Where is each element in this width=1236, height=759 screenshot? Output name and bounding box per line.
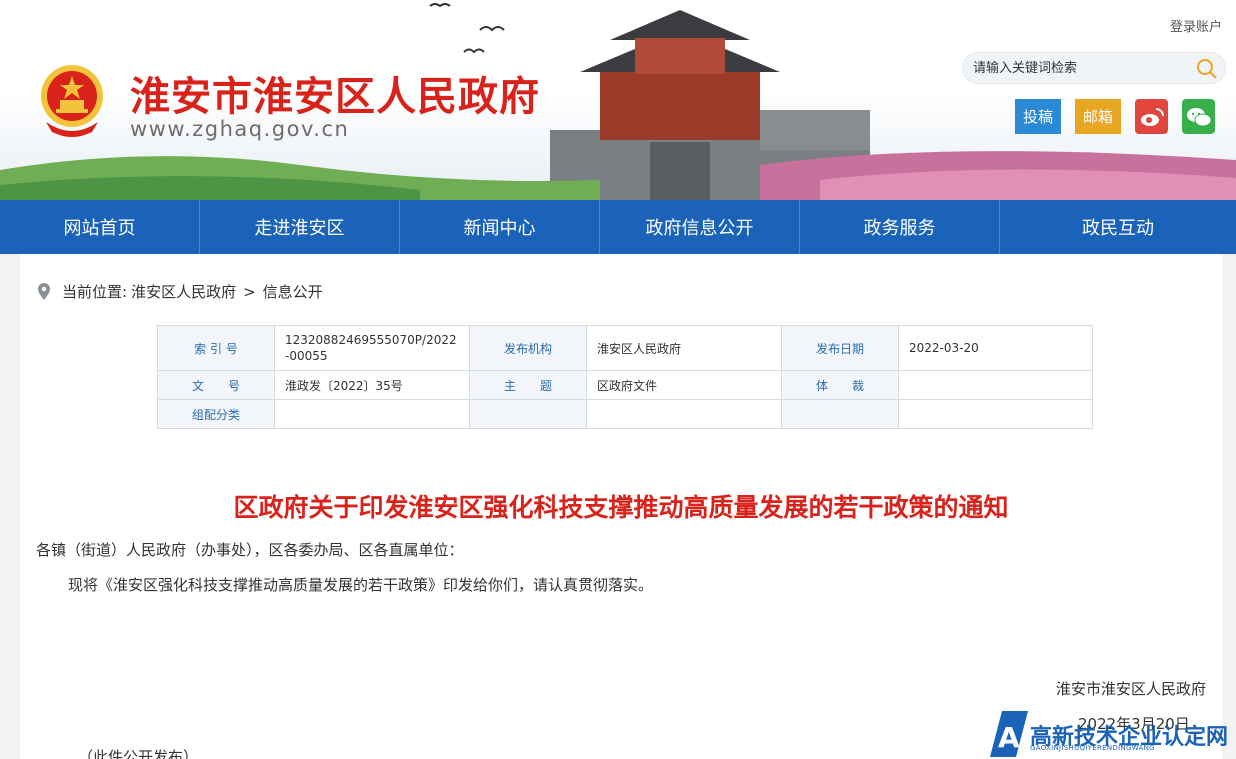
weibo-button[interactable] <box>1135 99 1168 134</box>
svg-text:A: A <box>998 721 1020 754</box>
search-icon[interactable] <box>1195 57 1219 81</box>
document-body: 现将《淮安区强化科技支撑推动高质量发展的若干政策》印发给你们，请认真贯彻落实。 <box>68 576 654 594</box>
breadcrumb-link-government[interactable]: 淮安区人民政府 <box>131 281 236 302</box>
empty-cell <box>469 399 587 429</box>
pubdate-label: 发布日期 <box>781 325 899 371</box>
site-header: 淮安市淮安区人民政府 www.zghaq.gov.cn 登录账户 投稿 邮箱 <box>0 0 1236 200</box>
document-salutation: 各镇（街道）人民政府（办事处），区各委办局、区各直属单位： <box>36 541 464 559</box>
site-url: www.zghaq.gov.cn <box>130 117 350 141</box>
breadcrumb-separator: > <box>243 282 256 301</box>
document-title: 区政府关于印发淮安区强化科技支撑推动高质量发展的若干政策的通知 <box>233 493 1009 522</box>
weibo-icon <box>1140 107 1164 126</box>
empty-cell <box>586 399 782 429</box>
breadcrumb-link-info[interactable]: 信息公开 <box>263 281 323 302</box>
location-pin-icon <box>38 283 50 300</box>
empty-cell <box>898 399 1093 429</box>
wechat-icon <box>1186 107 1211 126</box>
table-row: 组配分类 <box>157 399 1093 429</box>
nav-item-info-disclosure[interactable]: 政府信息公开 <box>600 200 800 254</box>
flower-hills-decoration <box>0 151 1236 200</box>
genre-label: 体 裁 <box>781 370 899 400</box>
national-emblem-icon <box>41 65 103 137</box>
empty-cell <box>781 399 899 429</box>
docno-value: 淮政发〔2022〕35号 <box>274 370 470 400</box>
index-value: 12320882469555070P/2022-00055 <box>274 325 470 371</box>
main-nav: 网站首页 走进淮安区 新闻中心 政府信息公开 政务服务 政民互动 <box>0 200 1236 254</box>
nav-item-interaction[interactable]: 政民互动 <box>1000 200 1236 254</box>
topic-label: 主 题 <box>469 370 587 400</box>
docno-label: 文 号 <box>157 370 275 400</box>
watermark-subtext: GAOXINJISHUQIYERENDINGWANG <box>1030 744 1155 752</box>
nav-item-home[interactable]: 网站首页 <box>0 200 200 254</box>
category-label: 组配分类 <box>157 399 275 429</box>
topic-value: 区政府文件 <box>586 370 782 400</box>
main-content: 当前位置: 淮安区人民政府 > 信息公开 索 引 号 1232088246955… <box>20 254 1222 759</box>
site-title: 淮安市淮安区人民政府 <box>130 73 540 120</box>
nav-item-services[interactable]: 政务服务 <box>800 200 1000 254</box>
index-label: 索 引 号 <box>157 325 275 371</box>
publisher-value: 淮安区人民政府 <box>586 325 782 371</box>
table-row: 文 号 淮政发〔2022〕35号 主 题 区政府文件 体 裁 <box>157 370 1093 400</box>
nav-item-news[interactable]: 新闻中心 <box>400 200 600 254</box>
pubdate-value: 2022-03-20 <box>898 325 1093 371</box>
search-input[interactable] <box>973 57 1193 79</box>
submit-article-button[interactable]: 投稿 <box>1015 99 1061 134</box>
birds-decoration <box>429 3 505 54</box>
search-box <box>962 52 1226 84</box>
genre-value <box>898 370 1093 400</box>
document-note: （此件公开发布） <box>78 748 199 759</box>
breadcrumb: 当前位置: 淮安区人民政府 > 信息公开 <box>38 281 323 302</box>
document-signature: 淮安市淮安区人民政府 <box>1055 680 1206 698</box>
breadcrumb-prefix: 当前位置: <box>62 283 128 301</box>
table-row: 索 引 号 12320882469555070P/2022-00055 发布机构… <box>157 325 1093 371</box>
publisher-label: 发布机构 <box>469 325 587 371</box>
category-value <box>274 399 470 429</box>
mailbox-button[interactable]: 邮箱 <box>1075 99 1121 134</box>
nav-item-about[interactable]: 走进淮安区 <box>200 200 400 254</box>
document-meta-table: 索 引 号 12320882469555070P/2022-00055 发布机构… <box>157 325 1093 429</box>
wechat-button[interactable] <box>1182 99 1215 134</box>
login-link[interactable]: 登录账户 <box>1170 16 1222 35</box>
